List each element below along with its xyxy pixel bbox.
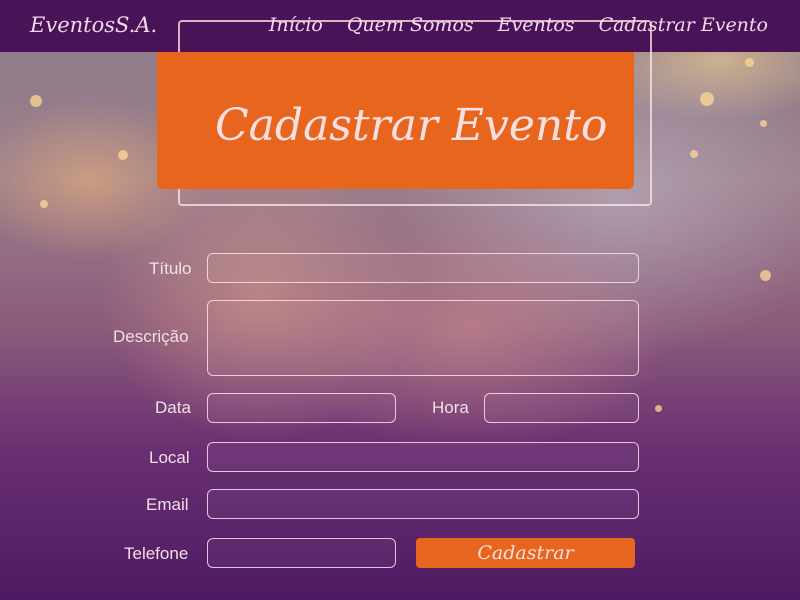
brand-logo[interactable]: EventosS.A. <box>30 13 157 37</box>
titulo-input[interactable] <box>207 253 639 283</box>
descricao-label: Descrição <box>113 327 189 346</box>
local-label: Local <box>149 448 190 467</box>
cadastrar-button[interactable]: Cadastrar <box>416 538 635 568</box>
local-input[interactable] <box>207 442 639 472</box>
data-label: Data <box>155 398 191 417</box>
email-input[interactable] <box>207 489 639 519</box>
hora-label: Hora <box>432 398 469 417</box>
hora-input[interactable] <box>484 393 639 423</box>
titulo-label: Título <box>149 259 192 278</box>
telefone-label: Telefone <box>124 544 189 563</box>
page-title: Cadastrar Evento <box>215 100 608 151</box>
email-label: Email <box>146 495 189 514</box>
data-input[interactable] <box>207 393 396 423</box>
telefone-input[interactable] <box>207 538 396 568</box>
title-box: Cadastrar Evento <box>157 52 634 189</box>
descricao-textarea[interactable] <box>207 300 639 376</box>
